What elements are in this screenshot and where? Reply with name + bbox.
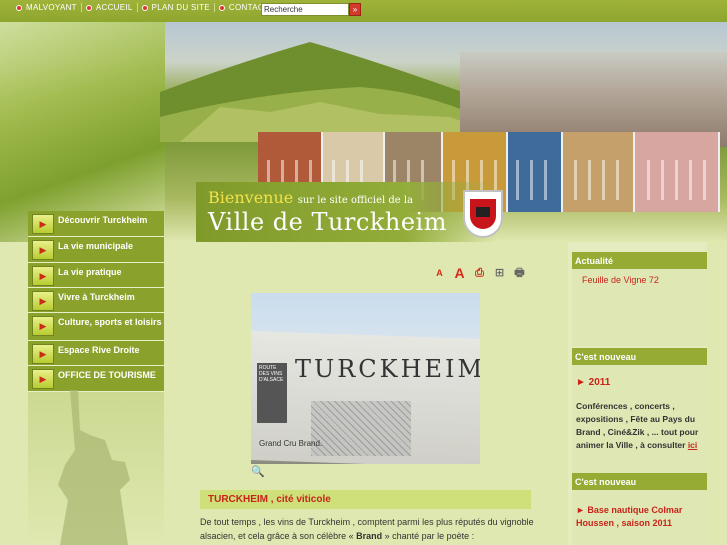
- turckheim-sign-photo: ROUTE DES VINS D'ALSACE TURCKHEIM Grand …: [251, 293, 480, 464]
- menu-item-vivre[interactable]: ▶ Vivre à Turckheim: [28, 288, 164, 313]
- menu-label: OFFICE DE TOURISME: [58, 370, 156, 380]
- menu-label: Vivre à Turckheim: [58, 292, 135, 302]
- menu-item-vie-pratique[interactable]: ▶ La vie pratique: [28, 263, 164, 288]
- nouveau-box-1: ► 2011 Conférences , concerts , expositi…: [572, 365, 707, 473]
- arrow-icon: ▶: [32, 344, 54, 364]
- arrow-icon: ▶: [32, 266, 54, 286]
- accueil-label: ACCUEIL: [95, 3, 133, 12]
- statue-silhouette: [58, 390, 130, 545]
- arrow-icon: ▶: [32, 316, 54, 336]
- menu-label: Découvrir Turckheim: [58, 215, 148, 225]
- feuille-de-vigne-link[interactable]: Feuille de Vigne 72: [582, 275, 697, 285]
- malvoyant-link[interactable]: MALVOYANT: [12, 3, 82, 12]
- top-bar: MALVOYANT ACCUEIL PLAN DU SITE CONTACT »: [0, 0, 727, 22]
- nouveau-box-2: ► Base nautique Colmar Houssen , saison …: [572, 490, 707, 545]
- sign-subtitle: Grand Cru Brand.: [259, 439, 323, 448]
- menu-label: Espace Rive Droite: [58, 345, 140, 355]
- sign-title: TURCKHEIM: [295, 355, 480, 383]
- events-text-body: Conférences , concerts , expositions , F…: [576, 401, 699, 450]
- house-photo: [635, 132, 720, 212]
- actualite-title: Actualité: [572, 252, 707, 269]
- sign-map: [311, 401, 411, 456]
- vineyard-image: [0, 22, 165, 242]
- welcome-small: sur le site officiel de la: [297, 195, 414, 206]
- accueil-link[interactable]: ACCUEIL: [82, 3, 138, 12]
- main-menu: ▶ Découvrir Turckheim ▶ La vie municipale …: [28, 211, 164, 392]
- menu-label: La vie municipale: [58, 241, 134, 251]
- base-nautique-link[interactable]: ► Base nautique Colmar Houssen , saison …: [576, 504, 703, 530]
- text-larger-icon[interactable]: A: [452, 266, 467, 281]
- nouveau-title-2: C'est nouveau: [572, 473, 707, 490]
- plan-du-site-link[interactable]: PLAN DU SITE: [138, 3, 215, 12]
- section-title: TURCKHEIM , cité viticole: [200, 490, 531, 509]
- text-smaller-icon[interactable]: A: [432, 266, 447, 281]
- menu-label: Culture, sports et loisirs: [58, 317, 162, 327]
- house-photo: [563, 132, 635, 212]
- print-icon[interactable]: 🖶: [512, 266, 527, 281]
- menu-item-office-tourisme[interactable]: ▶ OFFICE DE TOURISME: [28, 366, 164, 392]
- bullet-icon: [141, 4, 148, 11]
- bullet-icon: [16, 4, 22, 11]
- intro-text-bold: Brand: [356, 531, 383, 541]
- menu-item-decouvrir[interactable]: ▶ Découvrir Turckheim: [28, 211, 164, 237]
- welcome-big: Bienvenue: [208, 188, 294, 207]
- actualite-box: Feuille de Vigne 72: [572, 269, 707, 346]
- welcome-line: Bienvenue sur le site officiel de la: [208, 188, 413, 207]
- bullet-icon: [85, 4, 92, 11]
- intro-text: De tout temps , les vins de Turckheim , …: [200, 515, 535, 543]
- menu-label: La vie pratique: [58, 267, 122, 277]
- accessibility-tools: A A ⎙ ⊞ 🖶: [432, 266, 527, 281]
- crest-shield: [470, 199, 496, 229]
- pdf-icon[interactable]: ⎙: [472, 266, 487, 281]
- nouveau-title-1: C'est nouveau: [572, 348, 707, 365]
- house-photo: [508, 132, 563, 212]
- top-links: MALVOYANT ACCUEIL PLAN DU SITE CONTACT: [12, 3, 273, 12]
- search-button[interactable]: »: [349, 3, 361, 16]
- hills-image: [160, 42, 490, 142]
- zoom-icon[interactable]: 🔍: [251, 465, 265, 478]
- intro-text-part2: » chanté par le poète :: [382, 531, 475, 541]
- coat-of-arms-icon: [463, 190, 503, 238]
- malvoyant-label: MALVOYANT: [26, 3, 77, 12]
- arrow-icon: ▶: [32, 214, 54, 234]
- plan-du-site-label: PLAN DU SITE: [151, 3, 210, 12]
- search-input[interactable]: [261, 3, 349, 16]
- arrow-icon: ▶: [32, 369, 54, 389]
- menu-item-rive-droite[interactable]: ▶ Espace Rive Droite: [28, 341, 164, 366]
- banner: Bienvenue sur le site officiel de la Vil…: [0, 22, 727, 242]
- menu-item-vie-municipale[interactable]: ▶ La vie municipale: [28, 237, 164, 263]
- arrow-icon: ▶: [32, 291, 54, 311]
- arrow-icon: ▶: [32, 240, 54, 260]
- menu-item-culture[interactable]: ▶ Culture, sports et loisirs: [28, 313, 164, 341]
- year-2011-link[interactable]: ► 2011: [576, 377, 703, 388]
- consulter-ici-link[interactable]: ici: [688, 440, 697, 450]
- welcome-box: Bienvenue sur le site officiel de la Vil…: [196, 182, 496, 242]
- route-des-vins-logo: ROUTE DES VINS D'ALSACE: [257, 363, 287, 423]
- events-text: Conférences , concerts , expositions , F…: [576, 400, 703, 452]
- bullet-icon: [218, 4, 225, 11]
- city-title: Ville de Turckheim: [208, 208, 447, 236]
- sitemap-icon[interactable]: ⊞: [492, 266, 507, 281]
